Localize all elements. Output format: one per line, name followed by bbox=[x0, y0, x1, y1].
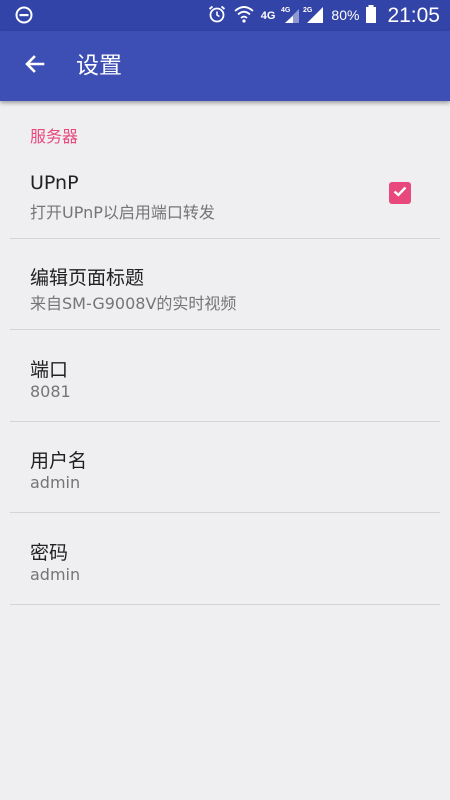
pref-password[interactable]: 密码 admin bbox=[10, 514, 440, 605]
upnp-checkbox[interactable] bbox=[389, 182, 411, 204]
clock: 21:05 bbox=[387, 3, 440, 27]
pref-port[interactable]: 端口 8081 bbox=[10, 331, 440, 422]
battery-icon bbox=[365, 4, 377, 28]
pref-summary: admin bbox=[30, 565, 81, 584]
battery-percent: 80% bbox=[331, 7, 360, 23]
pref-username[interactable]: 用户名 admin bbox=[10, 422, 440, 513]
back-button[interactable] bbox=[17, 48, 53, 84]
arrow-back-icon bbox=[23, 52, 47, 80]
do-not-disturb-icon bbox=[15, 6, 33, 24]
pref-page-title[interactable]: 编辑页面标题 来自SM-G9008V的实时视频 bbox=[10, 239, 440, 330]
pref-summary: 来自SM-G9008V的实时视频 bbox=[30, 294, 237, 313]
status-bar: 4G 4G 2G 80% 21:05 bbox=[0, 0, 450, 31]
sim1-label: 4G bbox=[281, 7, 291, 14]
pref-summary: 8081 bbox=[30, 382, 71, 401]
alarm-icon bbox=[207, 4, 227, 28]
signal-icon: 4G 2G bbox=[281, 4, 325, 28]
page-title: 设置 bbox=[76, 53, 122, 79]
app-bar: 设置 bbox=[0, 31, 450, 101]
status-icons: 4G 4G 2G 80% 21:05 bbox=[207, 0, 440, 31]
pref-title: 用户名 bbox=[30, 450, 88, 472]
pref-title: 编辑页面标题 bbox=[30, 267, 145, 289]
pref-title: 密码 bbox=[30, 542, 69, 564]
network-type: 4G bbox=[260, 9, 276, 22]
sim2-label: 2G bbox=[303, 7, 313, 14]
pref-summary: 打开UPnP以启用端口转发 bbox=[30, 203, 215, 222]
pref-title: 端口 bbox=[30, 359, 69, 381]
pref-summary: admin bbox=[30, 473, 81, 492]
category-header-server: 服务器 bbox=[30, 127, 79, 146]
pref-upnp[interactable]: UPnP 打开UPnP以启用端口转发 bbox=[10, 148, 440, 239]
wifi-icon bbox=[233, 4, 255, 28]
pref-title: UPnP bbox=[30, 172, 79, 194]
check-icon bbox=[392, 183, 408, 203]
